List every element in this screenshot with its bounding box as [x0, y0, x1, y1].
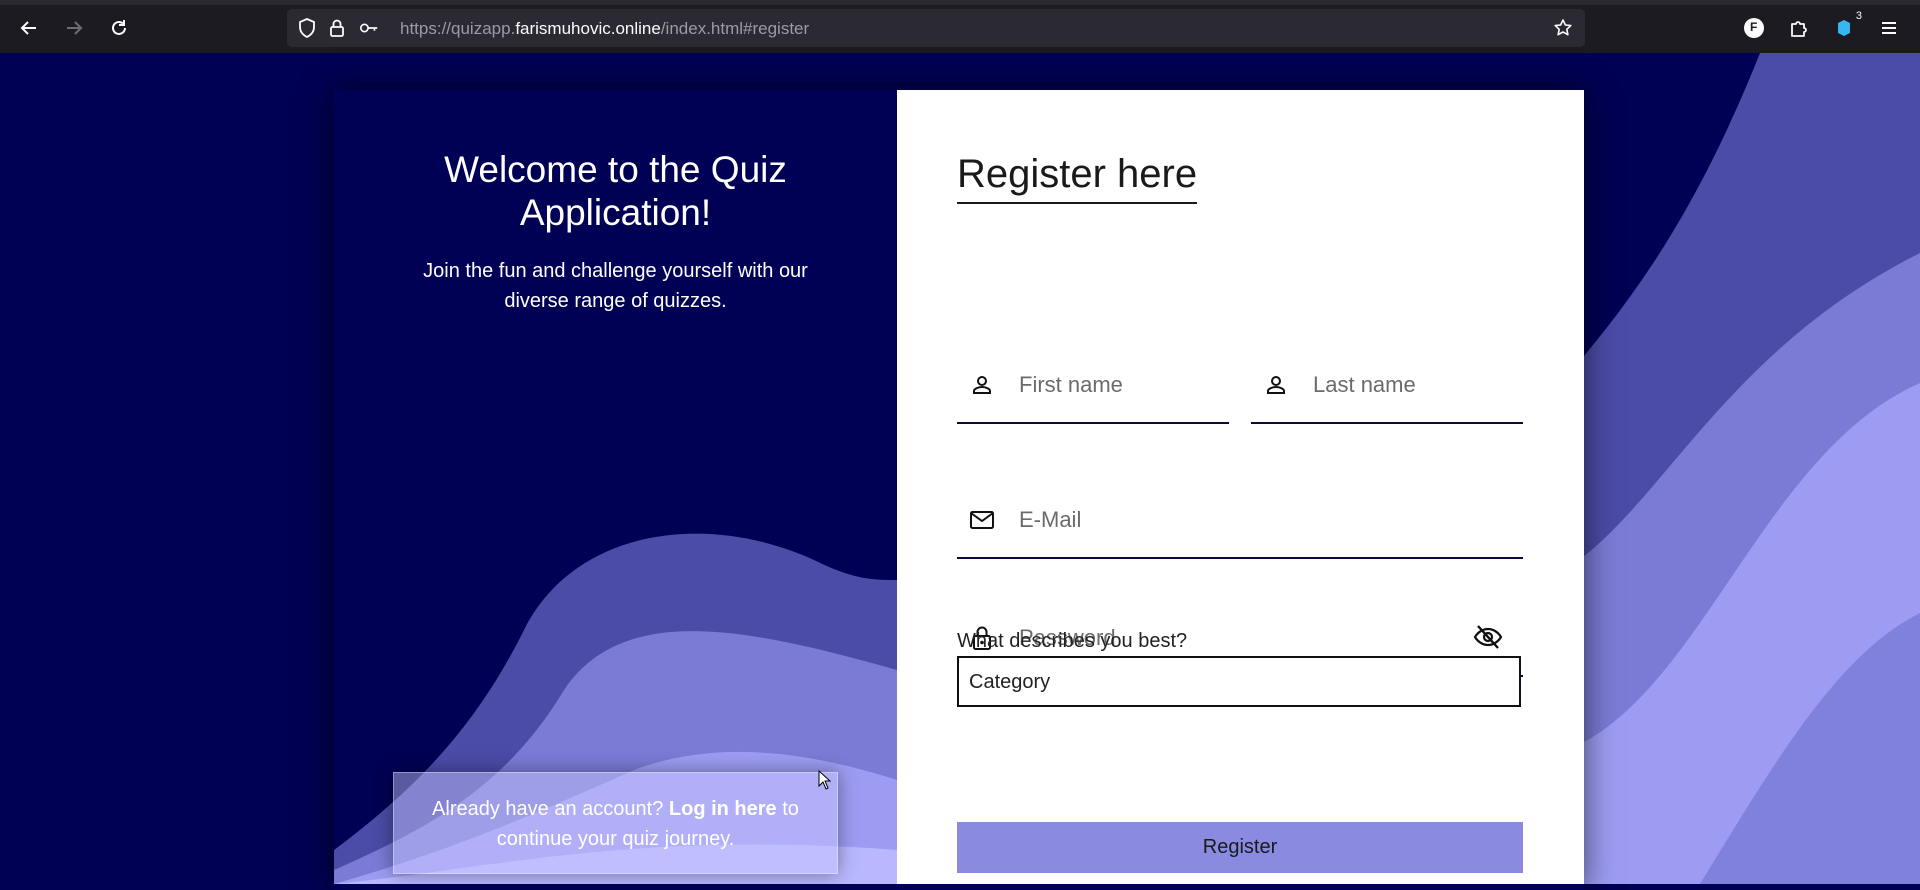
first-name-input[interactable] — [1017, 371, 1183, 399]
login-prompt-box: Already have an account? Log in here to … — [393, 772, 838, 874]
url-domain: farismuhovic.online — [515, 19, 661, 38]
profile-initial: F — [1750, 20, 1758, 34]
email-field[interactable] — [957, 482, 1523, 559]
person-icon — [969, 372, 995, 398]
back-arrow-icon — [20, 21, 36, 35]
person-icon — [1263, 372, 1289, 398]
forward-arrow-icon — [67, 21, 83, 35]
extension-app-button[interactable]: 3 — [1830, 10, 1862, 42]
extensions-button[interactable] — [1785, 14, 1813, 42]
eye-slash-icon[interactable] — [1473, 624, 1503, 650]
shield-icon[interactable] — [297, 18, 317, 38]
bookmark-star-icon[interactable] — [1553, 18, 1573, 38]
menu-button[interactable] — [1875, 14, 1903, 42]
welcome-panel: Welcome to the Quiz Application! Join th… — [334, 90, 897, 884]
form-title: Register here — [957, 152, 1198, 204]
category-label: What describes you best? — [957, 630, 1188, 652]
mouse-cursor-icon — [818, 770, 832, 790]
login-prompt-prefix: Already have an account? — [432, 798, 664, 820]
first-name-field[interactable] — [957, 348, 1229, 424]
reload-button[interactable] — [105, 14, 133, 42]
register-card: Welcome to the Quiz Application! Join th… — [334, 90, 1584, 890]
extension-app-icon — [1838, 20, 1850, 36]
envelope-icon — [969, 507, 995, 533]
register-button[interactable]: Register — [957, 822, 1523, 873]
welcome-subtitle: Join the fun and challenge yourself with… — [423, 260, 808, 312]
reload-icon — [112, 20, 126, 35]
hamburger-menu-icon — [1882, 22, 1896, 34]
category-select[interactable]: Category — [957, 656, 1521, 707]
register-form-panel: Register here First name Last name E-Mai… — [897, 90, 1584, 884]
email-input[interactable] — [1017, 506, 1477, 534]
puzzle-icon — [1791, 21, 1807, 37]
extension-badge: 3 — [1855, 10, 1862, 22]
url-path: /index.html#register — [660, 19, 810, 38]
url-text[interactable]: https://quizapp.farismuhovic.online/inde… — [400, 19, 809, 39]
profile-button[interactable]: F — [1740, 14, 1768, 42]
forward-button[interactable] — [60, 14, 88, 42]
browser-toolbar: https://quizapp.farismuhovic.online/inde… — [0, 0, 1920, 53]
back-button[interactable] — [15, 14, 43, 42]
lock-icon[interactable] — [327, 18, 347, 38]
last-name-input[interactable] — [1311, 371, 1477, 399]
key-icon[interactable] — [359, 18, 379, 38]
url-prefix: https://quizapp. — [400, 19, 516, 38]
login-prompt-text: Already have an account? Log in here to … — [424, 794, 807, 854]
welcome-title: Welcome to the Quiz Application! — [444, 149, 787, 233]
address-bar[interactable]: https://quizapp.farismuhovic.online/inde… — [287, 9, 1585, 47]
last-name-field[interactable] — [1251, 348, 1523, 424]
category-select-value: Category — [969, 671, 1051, 693]
tab-strip-edge — [0, 0, 1920, 5]
login-link[interactable]: Log in here — [669, 798, 777, 820]
